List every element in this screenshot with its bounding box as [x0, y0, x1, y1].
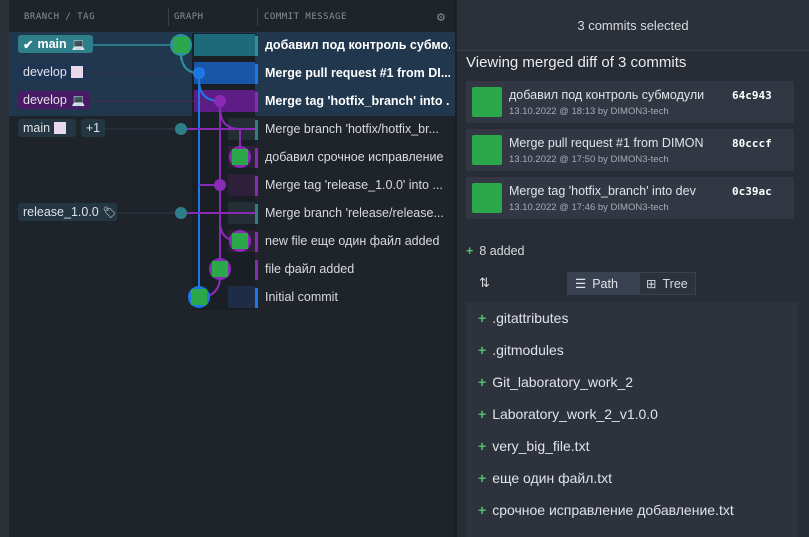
plus-icon: +: [478, 502, 487, 518]
branch-label: main: [37, 37, 67, 51]
commit-meta: 13.10.2022 @ 18:13 by DIMON3-tech: [509, 106, 669, 117]
commit-sha[interactable]: 80cccf: [732, 137, 772, 150]
tag-label: release_1.0.0: [23, 205, 99, 219]
branch-pill-develop-remote[interactable]: develop: [18, 63, 88, 81]
diff-title: Viewing merged diff of 3 commits: [466, 54, 687, 71]
commit-message[interactable]: Merge tag 'hotfix_branch' into ...: [265, 94, 450, 108]
avatar: [472, 183, 502, 213]
plus-icon: +: [478, 342, 487, 358]
tree-label: Tree: [662, 276, 688, 291]
check-icon: ✔: [23, 37, 34, 52]
selected-commit-card[interactable]: Merge pull request #1 from DIMON 13.10.2…: [466, 129, 794, 171]
selection-header: 3 commits selected: [457, 0, 809, 51]
sort-icon[interactable]: ⇅: [479, 275, 490, 291]
path-label: Path: [592, 276, 618, 291]
more-branches-badge[interactable]: +1: [81, 119, 105, 137]
laptop-icon: 💻: [71, 38, 86, 51]
commit-summary: Merge pull request #1 from DIMON: [509, 136, 704, 150]
file-name: very_big_file.txt: [492, 438, 590, 454]
list-item[interactable]: + Git_laboratory_work_2: [466, 366, 798, 398]
plus-icon: +: [478, 438, 487, 454]
tree-view-button[interactable]: ⊞ Tree: [639, 272, 696, 295]
commit-message[interactable]: file файл added: [265, 262, 450, 276]
commit-meta: 13.10.2022 @ 17:46 by DIMON3-tech: [509, 202, 669, 213]
commit-message[interactable]: Merge pull request #1 from DI...: [265, 66, 450, 80]
list-item[interactable]: + срочное исправление добавление.txt: [466, 494, 798, 526]
avatar: [472, 87, 502, 117]
branch-label: develop: [23, 65, 67, 79]
list-item[interactable]: + Laboratory_work_2_v1.0.0: [466, 398, 798, 430]
laptop-icon: 💻: [71, 94, 86, 107]
commit-meta: 13.10.2022 @ 17:50 by DIMON3-tech: [509, 154, 669, 165]
list-item[interactable]: + .gitmodules: [466, 334, 798, 366]
commit-message[interactable]: добавил срочное исправление: [265, 150, 450, 164]
file-name: .gitattributes: [492, 310, 569, 326]
file-name: .gitmodules: [492, 342, 564, 358]
commit-message[interactable]: Merge branch 'release/release...: [265, 206, 450, 220]
added-files-toggle[interactable]: +8 added: [466, 244, 525, 258]
file-name: Git_laboratory_work_2: [492, 374, 634, 390]
branch-label: main: [23, 121, 51, 135]
commit-message[interactable]: new file еще один файл added: [265, 234, 450, 248]
tag-pill-release[interactable]: release_1.0.0 🏷: [18, 203, 117, 221]
plus-icon: +: [478, 374, 487, 390]
added-count: 8 added: [479, 244, 525, 258]
commit-message[interactable]: Merge branch 'hotfix/hotfix_br...: [265, 122, 450, 136]
avatar: [472, 135, 502, 165]
plus-icon: +: [478, 406, 487, 422]
plus-icon: +: [466, 244, 474, 258]
file-name: еще один файл.txt: [492, 470, 613, 486]
commit-summary: добавил под контроль субмодули: [509, 88, 705, 102]
branch-pill-main[interactable]: ✔ main 💻: [18, 35, 93, 53]
commit-message[interactable]: Initial commit: [265, 290, 450, 304]
diff-panel: 3 commits selected Viewing merged diff o…: [457, 0, 809, 537]
branch-pill-main-remote[interactable]: main: [18, 119, 76, 137]
tag-icon: 🏷: [102, 206, 117, 219]
selected-commit-card[interactable]: добавил под контроль субмодули 13.10.202…: [466, 81, 794, 123]
list-item[interactable]: + very_big_file.txt: [466, 430, 798, 462]
list-item[interactable]: + еще один файл.txt: [466, 462, 798, 494]
plus-icon: +: [478, 470, 487, 486]
commit-summary: Merge tag 'hotfix_branch' into dev: [509, 184, 696, 198]
path-view-button[interactable]: ☰ Path: [567, 272, 639, 295]
commit-message[interactable]: Merge tag 'release_1.0.0' into ...: [265, 178, 450, 192]
file-name: Laboratory_work_2_v1.0.0: [492, 406, 658, 422]
commit-graph-panel: BRANCH / TAG GRAPH COMMIT MESSAGE ⚙ ✔ ma…: [0, 0, 455, 537]
branch-pill-develop-local[interactable]: develop 💻: [18, 91, 90, 109]
file-list: + .gitattributes + .gitmodules + Git_labora…: [466, 302, 798, 537]
selected-commit-card[interactable]: Merge tag 'hotfix_branch' into dev 13.10…: [466, 177, 794, 219]
branch-label: develop: [23, 93, 67, 107]
avatar-icon: [70, 66, 83, 78]
tree-icon: ⊞: [646, 277, 657, 291]
commit-sha[interactable]: 0c39ac: [732, 185, 772, 198]
plus-icon: +: [478, 310, 487, 326]
avatar-icon: [54, 122, 67, 134]
commit-message[interactable]: добавил под контроль субмо...: [265, 38, 450, 52]
list-item[interactable]: + .gitattributes: [466, 302, 798, 334]
commit-sha[interactable]: 64c943: [732, 89, 772, 102]
list-icon: ☰: [575, 277, 587, 291]
file-name: срочное исправление добавление.txt: [492, 502, 734, 518]
